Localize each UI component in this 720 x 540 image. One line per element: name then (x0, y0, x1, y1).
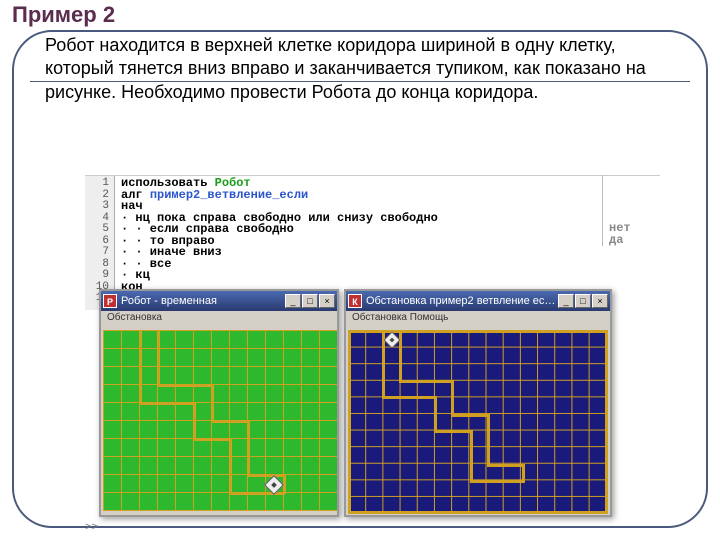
output-prompt: >> (85, 522, 98, 534)
environment-window-blue: К Обстановка пример2 ветвление ес… _ □ ×… (344, 289, 612, 517)
minimize-button[interactable]: _ (558, 294, 574, 308)
robot-marker (384, 332, 401, 349)
robot-grid-green[interactable] (103, 330, 337, 511)
trace-output: нет да (602, 175, 662, 246)
menu-bar[interactable]: Обстановка Помощь (346, 311, 610, 328)
code-line: алг пример2_ветвление_если (121, 190, 654, 202)
window-title: Обстановка пример2 ветвление ес… (366, 295, 558, 307)
titlebar[interactable]: Р Робот - временная _ □ × (101, 291, 337, 311)
robot-window-green: Р Робот - временная _ □ × Обстановка (99, 289, 339, 517)
environment-grid-blue[interactable] (348, 330, 608, 514)
page-title: Пример 2 (10, 2, 117, 28)
ln: 7 (87, 247, 109, 259)
ln: 5 (87, 224, 109, 236)
close-button[interactable]: × (592, 294, 608, 308)
problem-text: Робот находится в верхней клетке коридор… (45, 34, 675, 104)
maximize-button[interactable]: □ (575, 294, 591, 308)
ln: 1 (87, 178, 109, 190)
titlebar[interactable]: К Обстановка пример2 ветвление ес… _ □ × (346, 291, 610, 311)
code-line: · кц (121, 270, 654, 282)
maximize-button[interactable]: □ (302, 294, 318, 308)
trace-val: да (609, 235, 662, 247)
window-title: Робот - временная (121, 295, 285, 307)
ln: 3 (87, 201, 109, 213)
code-line: · · все (121, 259, 654, 271)
menu-bar[interactable]: Обстановка (101, 311, 337, 328)
close-button[interactable]: × (319, 294, 335, 308)
minimize-button[interactable]: _ (285, 294, 301, 308)
ln: 9 (87, 270, 109, 282)
code-line: · · иначе вниз (121, 247, 654, 259)
app-icon: К (348, 294, 362, 308)
app-icon: Р (103, 294, 117, 308)
